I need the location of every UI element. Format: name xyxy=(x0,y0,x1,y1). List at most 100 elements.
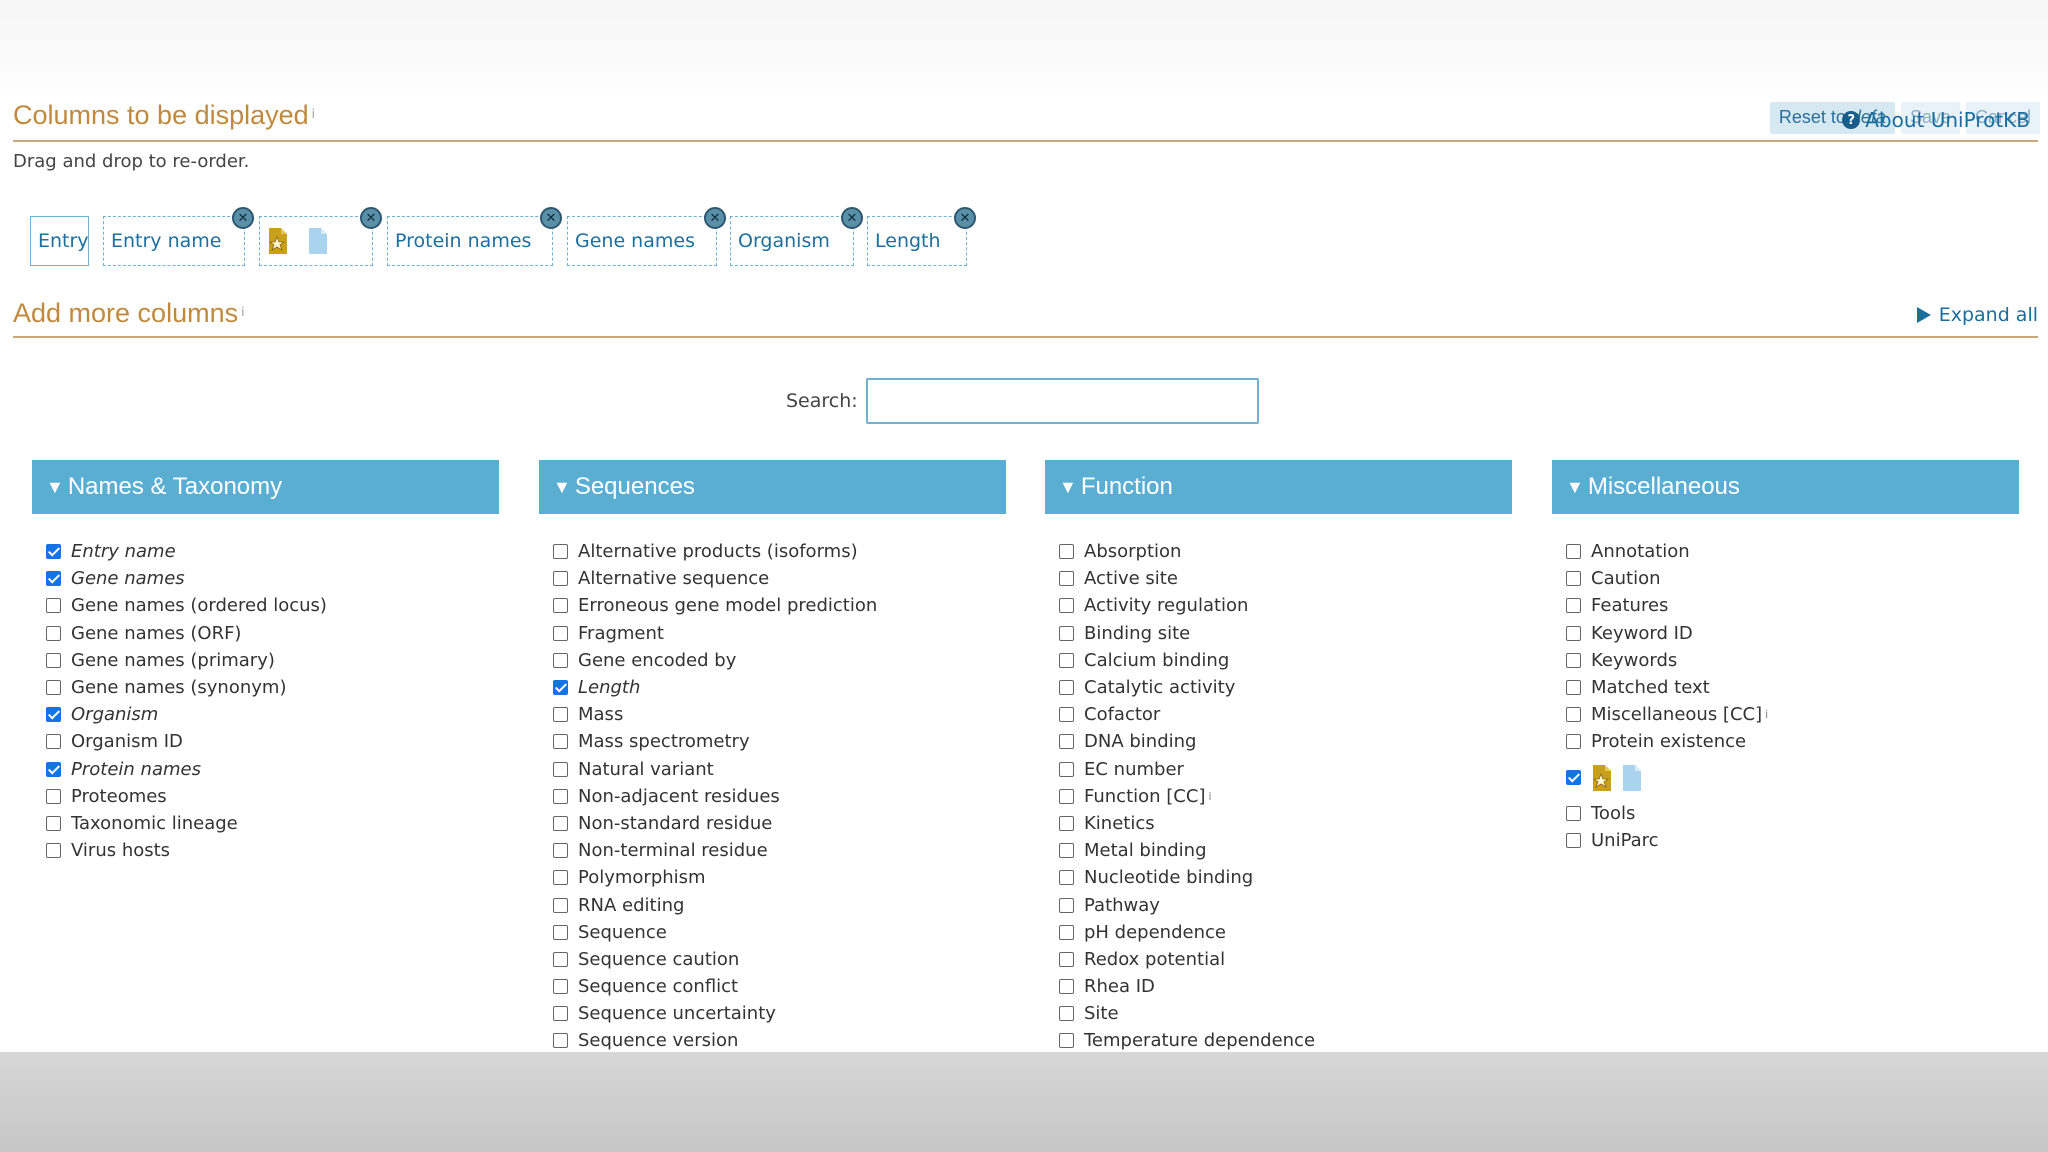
remove-column-icon[interactable]: ✕ xyxy=(232,207,254,229)
checkbox[interactable] xyxy=(1059,544,1074,560)
column-option[interactable]: Gene names (synonym) xyxy=(46,674,499,701)
column-option[interactable]: Sequence caution xyxy=(553,946,1006,973)
checkbox[interactable] xyxy=(46,544,61,560)
checkbox[interactable] xyxy=(1059,815,1074,831)
checkbox[interactable] xyxy=(46,625,61,641)
group-header[interactable]: ▼ Miscellaneous xyxy=(1552,460,2019,514)
remove-column-icon[interactable]: ✕ xyxy=(841,207,863,229)
checkbox[interactable] xyxy=(1566,734,1581,750)
column-option[interactable]: DNA binding xyxy=(1059,728,1512,755)
checkbox[interactable] xyxy=(553,979,568,995)
checkbox[interactable] xyxy=(1059,680,1074,696)
checkbox[interactable] xyxy=(1566,571,1581,587)
column-chip-entry[interactable]: Entry xyxy=(30,216,89,266)
column-option[interactable]: Pathway xyxy=(1059,891,1512,918)
column-chip-entry-name[interactable]: Entry name ✕ xyxy=(103,207,254,266)
column-option[interactable]: Site xyxy=(1059,1000,1512,1027)
column-option[interactable]: pH dependence xyxy=(1059,919,1512,946)
info-icon[interactable]: i xyxy=(312,107,315,121)
checkbox[interactable] xyxy=(1059,652,1074,668)
checkbox[interactable] xyxy=(46,761,61,777)
checkbox[interactable] xyxy=(1059,788,1074,804)
checkbox[interactable] xyxy=(553,761,568,777)
checkbox[interactable] xyxy=(1566,598,1581,614)
checkbox[interactable] xyxy=(1059,734,1074,750)
column-option[interactable]: RNA editing xyxy=(553,891,1006,918)
column-chip-gene-names[interactable]: Gene names ✕ xyxy=(567,207,726,266)
column-option[interactable]: Kinetics xyxy=(1059,810,1512,837)
checkbox[interactable] xyxy=(553,625,568,641)
checkbox[interactable] xyxy=(1059,761,1074,777)
column-option[interactable]: Tools xyxy=(1566,800,2019,827)
checkbox[interactable] xyxy=(46,571,61,587)
checkbox[interactable] xyxy=(1566,652,1581,668)
checkbox[interactable] xyxy=(553,870,568,886)
checkbox[interactable] xyxy=(46,734,61,750)
remove-column-icon[interactable]: ✕ xyxy=(360,207,382,229)
column-option[interactable]: Sequence uncertainty xyxy=(553,1000,1006,1027)
column-option[interactable]: Caution xyxy=(1566,565,2019,592)
column-option[interactable]: Gene names (primary) xyxy=(46,647,499,674)
remove-column-icon[interactable]: ✕ xyxy=(540,207,562,229)
checkbox[interactable] xyxy=(46,598,61,614)
column-option[interactable]: Protein existence xyxy=(1566,728,2019,755)
search-input[interactable] xyxy=(865,378,1259,424)
column-option[interactable]: Virus hosts xyxy=(46,837,499,864)
checkbox[interactable] xyxy=(1059,625,1074,641)
column-option[interactable]: Gene encoded by xyxy=(553,647,1006,674)
column-option[interactable]: EC number xyxy=(1059,756,1512,783)
column-option[interactable]: Matched text xyxy=(1566,674,2019,701)
column-chip-protein-names[interactable]: Protein names ✕ xyxy=(387,207,562,266)
column-option[interactable]: Redox potential xyxy=(1059,946,1512,973)
remove-column-icon[interactable]: ✕ xyxy=(704,207,726,229)
column-option[interactable]: Annotation xyxy=(1566,538,2019,565)
checkbox[interactable] xyxy=(553,843,568,859)
column-option[interactable]: Organism ID xyxy=(46,728,499,755)
column-option[interactable]: Metal binding xyxy=(1059,837,1512,864)
expand-all-link[interactable]: Expand all xyxy=(1916,304,2038,326)
checkbox[interactable] xyxy=(1566,625,1581,641)
column-option[interactable]: Binding site xyxy=(1059,620,1512,647)
column-option[interactable]: Absorption xyxy=(1059,538,1512,565)
checkbox[interactable] xyxy=(1059,1033,1074,1049)
column-option[interactable]: Alternative sequence xyxy=(553,565,1006,592)
checkbox[interactable] xyxy=(553,571,568,587)
checkbox[interactable] xyxy=(1059,924,1074,940)
column-option[interactable]: Erroneous gene model prediction xyxy=(553,592,1006,619)
checkbox[interactable] xyxy=(1059,897,1074,913)
checkbox[interactable] xyxy=(553,680,568,696)
column-option[interactable]: Activity regulation xyxy=(1059,592,1512,619)
column-option[interactable]: Polymorphism xyxy=(553,864,1006,891)
column-option[interactable]: Rhea ID xyxy=(1059,973,1512,1000)
checkbox[interactable] xyxy=(553,1033,568,1049)
column-option[interactable]: Temperature dependence xyxy=(1059,1027,1512,1054)
checkbox[interactable] xyxy=(1566,805,1581,821)
checkbox[interactable] xyxy=(1059,598,1074,614)
column-option[interactable]: UniParc xyxy=(1566,827,2019,854)
info-icon[interactable]: i xyxy=(1765,708,1768,721)
checkbox[interactable] xyxy=(1059,870,1074,886)
column-option[interactable]: Calcium binding xyxy=(1059,647,1512,674)
checkbox[interactable] xyxy=(46,843,61,859)
column-option[interactable]: Mass spectrometry xyxy=(553,728,1006,755)
column-option[interactable]: Gene names (ORF) xyxy=(46,620,499,647)
info-icon[interactable]: i xyxy=(1208,790,1211,803)
checkbox[interactable] xyxy=(1059,1006,1074,1022)
column-option[interactable]: Nucleotide binding xyxy=(1059,864,1512,891)
checkbox[interactable] xyxy=(46,788,61,804)
checkbox[interactable] xyxy=(1566,832,1581,848)
column-option[interactable]: Mass xyxy=(553,701,1006,728)
column-option[interactable]: Miscellaneous [CC] i xyxy=(1566,701,2019,728)
checkbox[interactable] xyxy=(1566,544,1581,560)
checkbox[interactable] xyxy=(1566,680,1581,696)
column-chip-organism[interactable]: Organism ✕ xyxy=(730,207,863,266)
checkbox[interactable] xyxy=(1059,571,1074,587)
column-option[interactable]: Organism xyxy=(46,701,499,728)
column-option[interactable]: Sequence xyxy=(553,919,1006,946)
column-option[interactable]: Protein names xyxy=(46,756,499,783)
checkbox[interactable] xyxy=(46,815,61,831)
column-option[interactable]: Sequence conflict xyxy=(553,973,1006,1000)
checkbox[interactable] xyxy=(553,544,568,560)
column-option[interactable]: Natural variant xyxy=(553,756,1006,783)
checkbox[interactable] xyxy=(1059,951,1074,967)
